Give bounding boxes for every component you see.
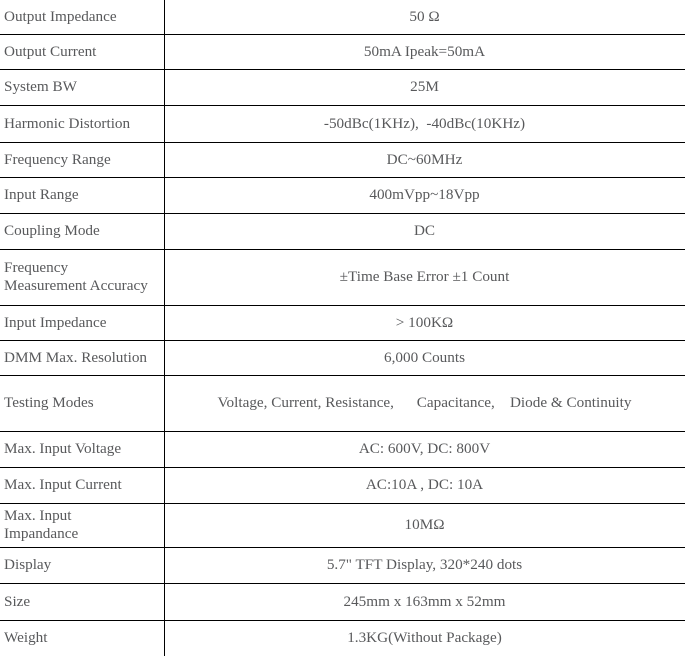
table-row: Output Current 50mA Ipeak=50mA bbox=[0, 34, 685, 69]
parameter-name-cell: DMM Max. Resolution bbox=[0, 340, 165, 375]
parameter-value-cell: Voltage, Current, Resistance, Capacitanc… bbox=[164, 375, 685, 431]
parameter-value-cell: 50mA Ipeak=50mA bbox=[164, 34, 685, 69]
table-row: Coupling Mode DC bbox=[0, 213, 685, 249]
table-row: Testing Modes Voltage, Current, Resistanc… bbox=[0, 375, 685, 431]
table-row: Max. Input Voltage AC: 600V, DC: 800V bbox=[0, 431, 685, 467]
parameter-name-cell: Weight bbox=[0, 620, 165, 656]
parameter-name-cell: Harmonic Distortion bbox=[0, 105, 165, 142]
parameter-name-cell: Output Impedance bbox=[0, 0, 165, 34]
parameter-name-cell: Coupling Mode bbox=[0, 213, 165, 249]
parameter-name-cell: Max. Input Current bbox=[0, 467, 165, 503]
table-row: Frequency Range DC~60MHz bbox=[0, 142, 685, 177]
table-row: Weight 1.3KG(Without Package) bbox=[0, 620, 685, 656]
table-row: Size 245mm x 163mm x 52mm bbox=[0, 583, 685, 620]
parameter-name-cell: Input Range bbox=[0, 177, 165, 213]
parameter-name-cell: Output Current bbox=[0, 34, 165, 69]
parameter-name-cell: Frequency Range bbox=[0, 142, 165, 177]
parameter-value-cell: 6,000 Counts bbox=[164, 340, 685, 375]
parameter-value-cell: -50dBc(1KHz), -40dBc(10KHz) bbox=[164, 105, 685, 142]
table-row: System BW 25M bbox=[0, 69, 685, 105]
parameter-value-cell: 50 Ω bbox=[164, 0, 685, 34]
parameter-name-cell: Input Impedance bbox=[0, 305, 165, 340]
table-row: Harmonic Distortion -50dBc(1KHz), -40dBc(… bbox=[0, 105, 685, 142]
parameter-value-cell: 1.3KG(Without Package) bbox=[164, 620, 685, 656]
table-row: Output Impedance 50 Ω bbox=[0, 0, 685, 34]
table-row: Max. Input Current AC:10A , DC: 10A bbox=[0, 467, 685, 503]
parameter-name-cell: Max. Input Impandance bbox=[0, 503, 165, 547]
parameter-value-cell: DC bbox=[164, 213, 685, 249]
specification-table: Output Impedance 50 Ω Output Current 50mA I… bbox=[0, 0, 685, 656]
parameter-value-cell: ±Time Base Error ±1 Count bbox=[164, 249, 685, 305]
parameter-value-cell: > 100KΩ bbox=[164, 305, 685, 340]
parameter-value-cell: DC~60MHz bbox=[164, 142, 685, 177]
parameter-name-cell: Size bbox=[0, 583, 165, 620]
table-row: Input Range 400mVpp~18Vpp bbox=[0, 177, 685, 213]
table-row: Input Impedance > 100KΩ bbox=[0, 305, 685, 340]
table-row: Display 5.7" TFT Display, 320*240 dots bbox=[0, 547, 685, 583]
parameter-name-cell: Max. Input Voltage bbox=[0, 431, 165, 467]
parameter-value-cell: 245mm x 163mm x 52mm bbox=[164, 583, 685, 620]
table-row: DMM Max. Resolution 6,000 Counts bbox=[0, 340, 685, 375]
parameter-name-cell: System BW bbox=[0, 69, 165, 105]
parameter-value-cell: 400mVpp~18Vpp bbox=[164, 177, 685, 213]
parameter-name-cell: Testing Modes bbox=[0, 375, 165, 431]
parameter-value-cell: 10MΩ bbox=[164, 503, 685, 547]
table-row: Max. Input Impandance 10MΩ bbox=[0, 503, 685, 547]
parameter-value-cell: 5.7" TFT Display, 320*240 dots bbox=[164, 547, 685, 583]
parameter-value-cell: AC: 600V, DC: 800V bbox=[164, 431, 685, 467]
parameter-name-cell: Frequency Measurement Accuracy bbox=[0, 249, 165, 305]
parameter-value-cell: AC:10A , DC: 10A bbox=[164, 467, 685, 503]
table-row: Frequency Measurement Accuracy ±Time Base… bbox=[0, 249, 685, 305]
parameter-name-cell: Display bbox=[0, 547, 165, 583]
parameter-value-cell: 25M bbox=[164, 69, 685, 105]
specification-table-body: Output Impedance 50 Ω Output Current 50mA I… bbox=[0, 0, 685, 656]
